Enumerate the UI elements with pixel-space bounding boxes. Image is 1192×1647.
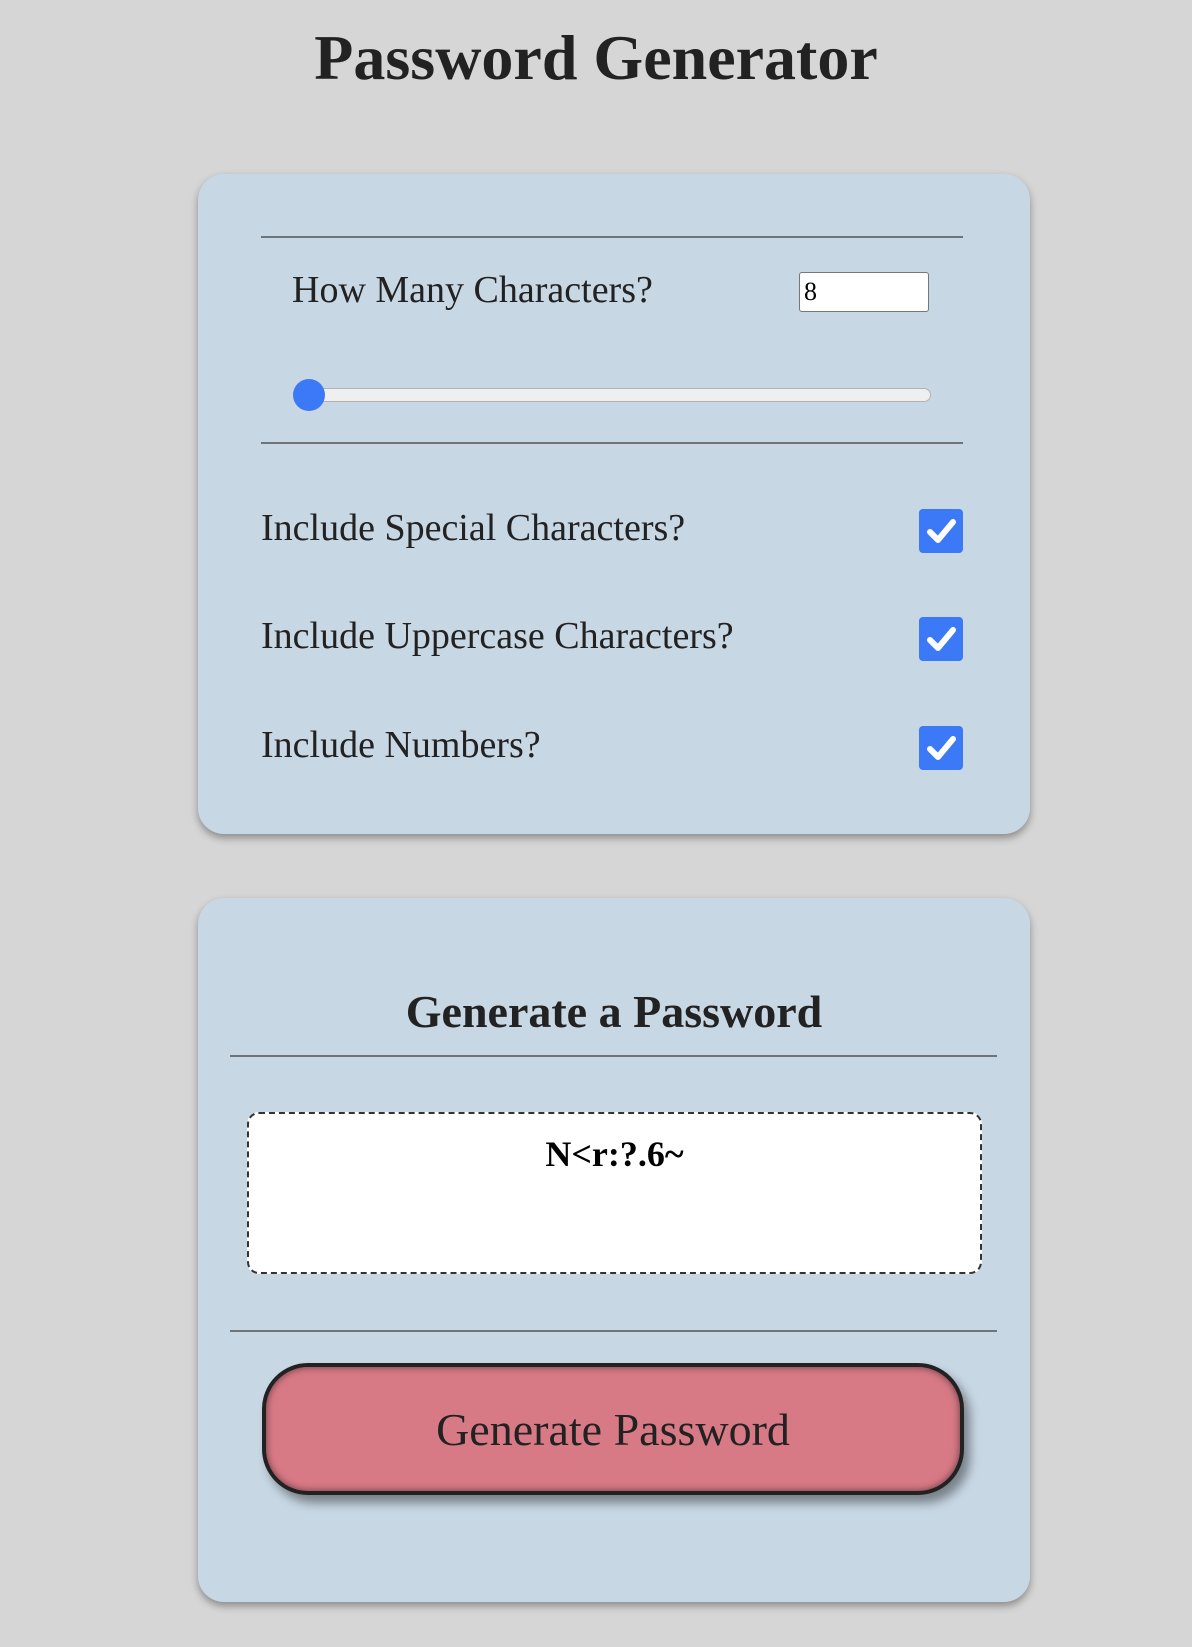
divider [261,442,963,444]
uppercase-characters-checkbox[interactable] [919,617,963,661]
divider [230,1055,997,1057]
divider [261,236,963,238]
numbers-checkbox[interactable] [919,726,963,770]
password-output[interactable]: N<r:?.6~ [247,1112,982,1274]
page-title: Password Generator [314,22,878,93]
settings-card: How Many Characters? Include Special Cha… [198,174,1030,834]
option-label-uppercase: Include Uppercase Characters? [261,615,734,657]
password-text: N<r:?.6~ [545,1134,684,1174]
slider-thumb[interactable] [293,379,325,411]
length-label: How Many Characters? [292,269,653,311]
checkmark-icon [927,736,956,760]
option-label-special: Include Special Characters? [261,507,686,549]
length-input[interactable] [799,272,929,312]
divider [230,1330,997,1332]
special-characters-checkbox[interactable] [919,509,963,553]
option-label-numbers: Include Numbers? [261,724,541,766]
length-slider[interactable] [293,379,931,411]
checkmark-icon [927,627,956,651]
generate-card: Generate a Password N<r:?.6~ Generate Pa… [198,898,1030,1602]
generate-heading: Generate a Password [405,986,823,1037]
checkmark-icon [927,519,956,543]
slider-track[interactable] [294,388,931,402]
generate-password-button[interactable]: Generate Password [262,1363,964,1495]
